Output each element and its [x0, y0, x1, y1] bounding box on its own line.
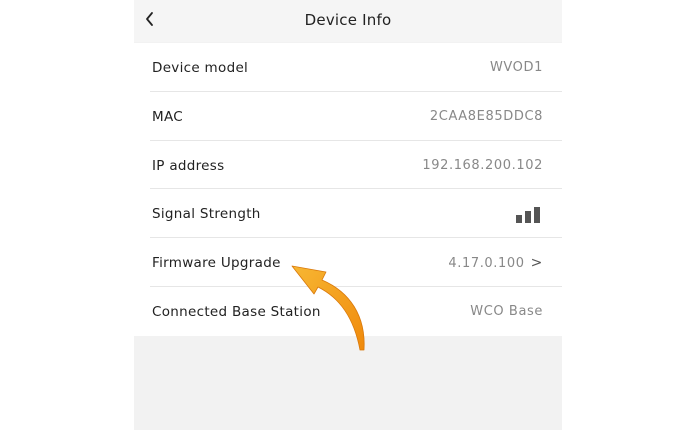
chevron-right-icon: > [530, 255, 543, 272]
device-info-list: Device model WVOD1 MAC 2CAA8E85DDC8 IP a… [134, 43, 562, 336]
row-label: Connected Base Station [152, 303, 321, 320]
row-mac: MAC 2CAA8E85DDC8 [134, 92, 562, 141]
row-value: WVOD1 [489, 60, 543, 75]
header-bar: Device Info [134, 0, 562, 42]
device-info-screen: Device Info Device model WVOD1 MAC 2CAA8… [134, 0, 562, 430]
row-value: WCO Base [470, 303, 543, 319]
signal-bars-icon [516, 207, 540, 224]
row-value: 192.168.200.102 [422, 157, 543, 173]
row-label: Firmware Upgrade [152, 255, 281, 272]
row-label: Signal Strength [152, 206, 261, 223]
firmware-version-value: 4.17.0.100 > [448, 255, 543, 271]
row-value: 2CAA8E85DDC8 [429, 108, 543, 124]
row-connected-base-station: Connected Base Station WCO Base [134, 287, 562, 336]
row-label: MAC [152, 108, 183, 125]
page-title: Device Info [304, 11, 392, 29]
row-device-model: Device model WVOD1 [134, 43, 562, 92]
row-ip-address: IP address 192.168.200.102 [134, 141, 562, 190]
row-signal-strength: Signal Strength [134, 189, 562, 238]
row-value: 4.17.0.100 [448, 256, 525, 272]
row-label: IP address [152, 157, 225, 174]
row-label: Device model [152, 60, 249, 76]
row-firmware-upgrade[interactable]: Firmware Upgrade 4.17.0.100 > [134, 238, 562, 287]
